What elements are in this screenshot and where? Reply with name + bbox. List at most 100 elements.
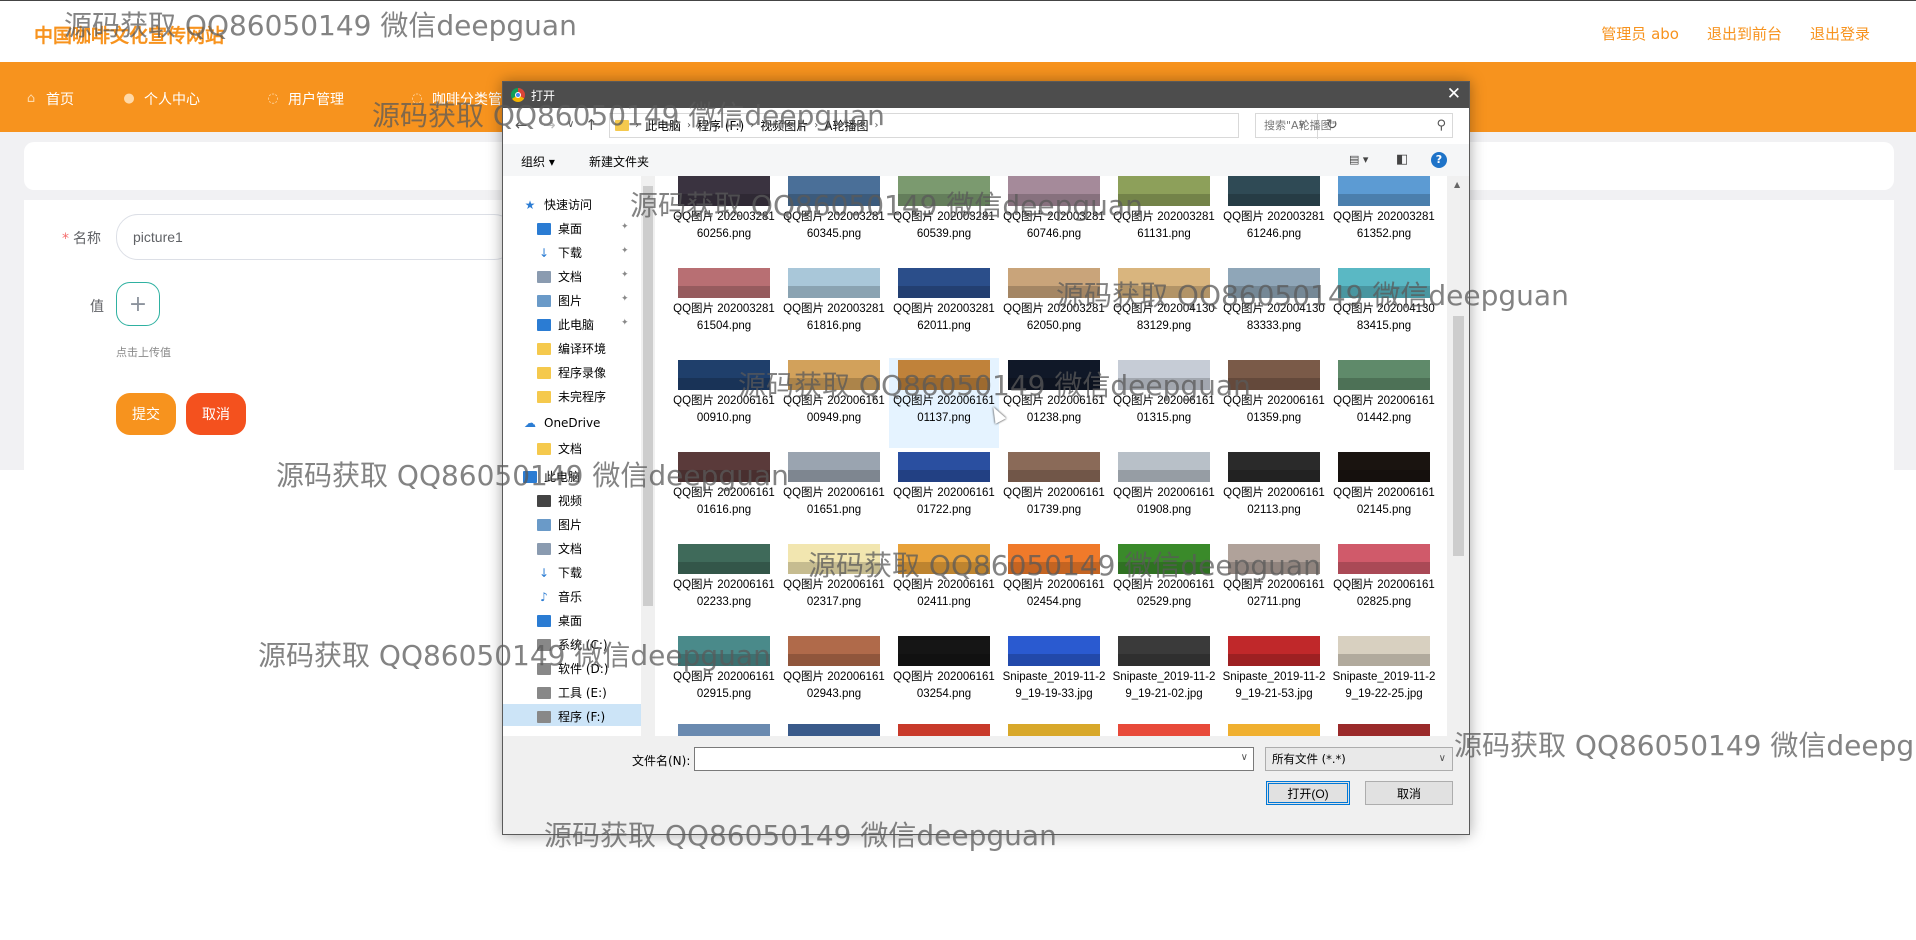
scrollbar-thumb[interactable]	[643, 186, 653, 606]
path-segment[interactable]: 程序 (F:)	[697, 117, 744, 134]
file-item[interactable]: QQ图片 20200616102943.png	[779, 634, 889, 724]
file-item[interactable]: QQ图片 20200413083415.png	[1329, 266, 1439, 356]
path-segment[interactable]: 视频图片	[760, 117, 808, 134]
nav-tree-item[interactable]: 视频	[537, 492, 582, 509]
file-item[interactable]: QQ图片 20200328162050.png	[999, 266, 1109, 356]
file-thumbnail[interactable]	[1118, 724, 1210, 736]
cancel-button[interactable]: 取消	[186, 393, 246, 435]
file-item[interactable]: QQ图片 20200616102825.png	[1329, 542, 1439, 632]
up-arrow-icon[interactable]: ↑	[585, 116, 598, 134]
scrollbar-thumb[interactable]	[1453, 316, 1464, 556]
close-icon[interactable]: ✕	[1447, 84, 1461, 104]
file-item[interactable]: QQ图片 20200328160256.png	[669, 176, 779, 264]
file-item[interactable]: QQ图片 20200616102529.png	[1109, 542, 1219, 632]
file-item[interactable]: QQ图片 20200328160345.png	[779, 176, 889, 264]
forward-arrow-icon[interactable]: →	[543, 116, 556, 134]
file-item[interactable]: QQ图片 20200616101359.png	[1219, 358, 1329, 448]
file-item[interactable]: QQ图片 20200616102915.png	[669, 634, 779, 724]
path-segment[interactable]: A轮播图	[824, 117, 868, 134]
nav-tree-item[interactable]: 桌面	[537, 220, 582, 237]
file-item[interactable]: QQ图片 20200328161131.png	[1109, 176, 1219, 264]
nav-tree-item[interactable]: 程序 (F:)	[537, 708, 605, 725]
file-item[interactable]: QQ图片 20200616101442.png	[1329, 358, 1439, 448]
chevron-down-icon[interactable]: ∨	[1241, 752, 1248, 763]
file-item[interactable]: QQ图片 20200328160539.png	[889, 176, 999, 264]
admin-user-link[interactable]: 管理员 abo	[1601, 23, 1679, 44]
scroll-up-icon[interactable]: ▲	[1454, 180, 1460, 189]
file-item[interactable]: QQ图片 20200616102233.png	[669, 542, 779, 632]
filename-input[interactable]: ∨	[694, 747, 1254, 771]
nav-tree-item[interactable]: 编译环境	[537, 340, 606, 357]
upload-button[interactable]: +	[116, 282, 160, 326]
file-thumbnail[interactable]	[1228, 724, 1320, 736]
file-item[interactable]: QQ图片 20200616102411.png	[889, 542, 999, 632]
file-thumbnail[interactable]	[1338, 724, 1430, 736]
logout-link[interactable]: 退出登录	[1810, 23, 1870, 44]
file-thumbnail[interactable]	[678, 724, 770, 736]
nav-tree-item[interactable]: 未完程序	[537, 388, 606, 405]
open-button[interactable]: 打开(O)	[1266, 781, 1350, 805]
new-folder-button[interactable]: 新建文件夹	[589, 153, 649, 170]
nav-tree-item[interactable]: 文档	[537, 440, 582, 457]
file-item[interactable]: QQ图片 20200616102113.png	[1219, 450, 1329, 540]
file-item[interactable]: QQ图片 20200616101137.png	[889, 358, 999, 448]
file-item[interactable]: Snipaste_2019-11-29_19-21-53.jpg	[1219, 634, 1329, 724]
recent-chevron-icon[interactable]: ∨	[567, 119, 574, 130]
nav-item-profile[interactable]: ● 个人中心	[122, 89, 200, 109]
file-item[interactable]: QQ图片 20200616101739.png	[999, 450, 1109, 540]
nav-tree-item[interactable]: 图片	[537, 516, 582, 533]
nav-pane-scrollbar[interactable]	[641, 176, 655, 736]
nav-tree-item[interactable]: 文档	[537, 268, 582, 285]
view-options-icon[interactable]: ▤ ▾	[1349, 153, 1368, 166]
file-thumbnail[interactable]	[898, 724, 990, 736]
file-thumbnail[interactable]	[788, 724, 880, 736]
nav-tree-item[interactable]: ☁ OneDrive	[523, 416, 600, 430]
file-item[interactable]: QQ图片 20200616102317.png	[779, 542, 889, 632]
nav-tree-item[interactable]: ♪ 音乐	[537, 588, 582, 605]
file-item[interactable]: Snipaste_2019-11-29_19-21-02.jpg	[1109, 634, 1219, 724]
file-item[interactable]: QQ图片 20200328161816.png	[779, 266, 889, 356]
nav-tree-item[interactable]: 桌面	[537, 612, 582, 629]
back-arrow-icon[interactable]: ←	[515, 116, 528, 134]
nav-tree-item[interactable]: 此电脑	[523, 468, 580, 485]
file-item[interactable]: QQ图片 20200413083129.png	[1109, 266, 1219, 356]
file-list-scrollbar[interactable]: ▲	[1447, 176, 1469, 736]
address-bar[interactable]: › 此电脑 › 程序 (F:) › 视频图片 › A轮播图 › ∨ ↻	[609, 113, 1338, 139]
dialog-cancel-button[interactable]: 取消	[1365, 781, 1453, 805]
file-item[interactable]: QQ图片 20200616103254.png	[889, 634, 999, 724]
search-input[interactable]: 搜索"A轮播图" ⚲	[1255, 113, 1453, 138]
file-item[interactable]: Snipaste_2019-11-29_19-19-33.jpg	[999, 634, 1109, 724]
file-item[interactable]: QQ图片 20200616101651.png	[779, 450, 889, 540]
file-thumbnail[interactable]	[1008, 724, 1100, 736]
file-item[interactable]: QQ图片 20200328161246.png	[1219, 176, 1329, 264]
submit-button[interactable]: 提交	[116, 393, 176, 435]
nav-item-users[interactable]: ◌ 用户管理	[266, 89, 344, 109]
nav-tree-item[interactable]: 系统 (C:)	[537, 636, 608, 653]
nav-tree-item[interactable]: 工具 (E:)	[537, 684, 607, 701]
nav-tree-item[interactable]: ↓ 下载	[537, 244, 582, 261]
file-item[interactable]: QQ图片 20200616100910.png	[669, 358, 779, 448]
filetype-select[interactable]: 所有文件 (*.*) ∨	[1265, 747, 1453, 771]
file-item[interactable]: QQ图片 20200616100949.png	[779, 358, 889, 448]
nav-tree-item[interactable]: 文档	[537, 540, 582, 557]
back-to-front-link[interactable]: 退出到前台	[1707, 23, 1782, 44]
nav-tree-item[interactable]: ↓ 下载	[537, 564, 582, 581]
nav-item-home[interactable]: ⌂ 首页	[24, 89, 74, 109]
file-item[interactable]: QQ图片 20200616101616.png	[669, 450, 779, 540]
file-item[interactable]: Snipaste_2019-11-29_19-22-25.jpg	[1329, 634, 1439, 724]
nav-tree-item[interactable]: 图片	[537, 292, 582, 309]
file-item[interactable]: QQ图片 20200328161352.png	[1329, 176, 1439, 264]
nav-item-coffee-category[interactable]: ◌ 咖啡分类管理	[410, 89, 516, 109]
preview-pane-icon[interactable]: ◧	[1396, 152, 1408, 167]
file-item[interactable]: QQ图片 20200328161504.png	[669, 266, 779, 356]
file-item[interactable]: QQ图片 20200616102454.png	[999, 542, 1109, 632]
file-item[interactable]: QQ图片 20200328162011.png	[889, 266, 999, 356]
nav-tree-item[interactable]: 此电脑	[537, 316, 594, 333]
file-item[interactable]: QQ图片 20200616102711.png	[1219, 542, 1329, 632]
nav-tree-item[interactable]: 软件 (D:)	[537, 660, 608, 677]
file-item[interactable]: QQ图片 20200616101238.png	[999, 358, 1109, 448]
file-item[interactable]: QQ图片 20200616102145.png	[1329, 450, 1439, 540]
nav-tree-item[interactable]: 程序录像	[537, 364, 606, 381]
path-segment[interactable]: 此电脑	[645, 117, 681, 134]
file-item[interactable]: QQ图片 20200328160746.png	[999, 176, 1109, 264]
